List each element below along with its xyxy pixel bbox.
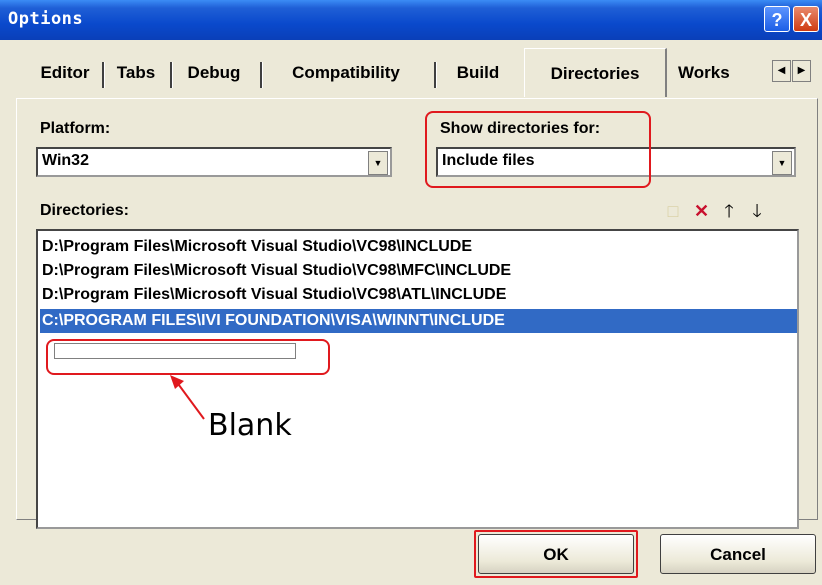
tab-editor[interactable]: Editor (34, 54, 96, 92)
list-item[interactable]: D:\Program Files\Microsoft Visual Studio… (42, 283, 506, 307)
tab-compatibility[interactable]: Compatibility (268, 54, 424, 92)
chevron-down-icon[interactable]: ▼ (368, 151, 388, 175)
chevron-down-icon[interactable]: ▼ (772, 151, 792, 175)
tab-separator (434, 62, 437, 88)
close-button[interactable]: X (793, 6, 819, 32)
tab-directories[interactable]: Directories (524, 48, 667, 97)
title-bar[interactable]: Options ? X (0, 0, 822, 40)
platform-select[interactable]: Win32 ▼ (36, 147, 392, 177)
list-item-selected[interactable]: C:\PROGRAM FILES\IVI FOUNDATION\VISA\WIN… (40, 309, 797, 333)
tab-scroll-buttons: ◀ ▶ (772, 60, 812, 82)
help-icon: ? (771, 10, 783, 30)
directories-toolbar: □ ✕ 🡑 🡓 (666, 200, 764, 222)
annotation-text: Blank (208, 408, 292, 443)
help-button[interactable]: ? (764, 6, 790, 32)
platform-value: Win32 (42, 152, 89, 169)
tab-debug[interactable]: Debug (178, 54, 250, 92)
options-dialog: Options ? X Editor Tabs Debug Compatibil… (0, 0, 822, 585)
move-up-icon[interactable]: 🡑 (722, 200, 736, 222)
tab-separator (260, 62, 263, 88)
tab-workspace[interactable]: Works (678, 54, 748, 92)
annotation-arrow-icon (170, 375, 205, 420)
tab-separator (170, 62, 173, 88)
move-down-icon[interactable]: 🡓 (750, 200, 764, 222)
tab-tabs[interactable]: Tabs (110, 54, 162, 92)
list-item[interactable]: D:\Program Files\Microsoft Visual Studio… (42, 235, 472, 259)
scroll-right-icon[interactable]: ▶ (792, 60, 811, 82)
directories-list[interactable]: D:\Program Files\Microsoft Visual Studio… (36, 229, 799, 529)
close-icon: X (799, 10, 812, 30)
tab-separator (102, 62, 105, 88)
delete-icon[interactable]: ✕ (694, 200, 709, 222)
scroll-left-icon[interactable]: ◀ (772, 60, 791, 82)
annotation-highlight (474, 530, 638, 578)
list-item[interactable]: D:\Program Files\Microsoft Visual Studio… (42, 259, 511, 283)
new-folder-icon[interactable]: □ (666, 200, 680, 222)
tab-build[interactable]: Build (442, 54, 514, 92)
directories-label: Directories: (40, 202, 129, 219)
cancel-button[interactable]: Cancel (660, 534, 816, 574)
annotation-highlight (46, 339, 330, 375)
platform-label: Platform: (40, 120, 111, 137)
window-title: Options (8, 9, 84, 29)
annotation-highlight (425, 111, 651, 188)
